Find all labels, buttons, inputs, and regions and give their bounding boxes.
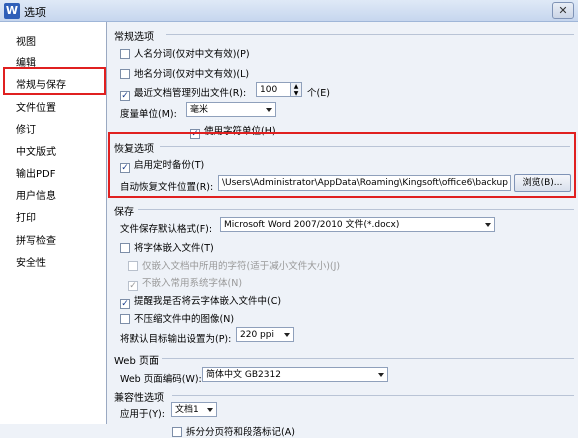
no-compress-checkbox[interactable] bbox=[120, 314, 130, 324]
title-bar: W 选项 ✕ bbox=[0, 0, 578, 22]
browse-button[interactable]: 浏览(B)... bbox=[514, 174, 571, 192]
compat-section-title: 兼容性选项 bbox=[114, 393, 164, 404]
embed-used-only-checkbox[interactable] bbox=[128, 261, 138, 271]
sidebar-item-user-info[interactable]: 用户信息 bbox=[16, 187, 56, 202]
no-compress-option[interactable]: 不压缩文件中的图像(N) bbox=[120, 311, 234, 325]
timed-backup-option[interactable]: ✓ 启用定时备份(T) bbox=[120, 157, 204, 173]
save-section-title: 保存 bbox=[114, 207, 134, 218]
web-encoding-dropdown[interactable]: 简体中文 GB2312 bbox=[202, 367, 388, 382]
sidebar-item-revision[interactable]: 修订 bbox=[16, 121, 36, 136]
sidebar-item-export-pdf[interactable]: 输出PDF bbox=[16, 165, 55, 180]
chevron-down-icon bbox=[378, 373, 384, 377]
window-title: 选项 bbox=[24, 6, 46, 19]
save-format-label: 文件保存默认格式(F): bbox=[120, 224, 213, 235]
apply-to-label: 应用于(Y): bbox=[120, 409, 165, 420]
close-button[interactable]: ✕ bbox=[552, 2, 574, 19]
web-separator bbox=[162, 358, 574, 359]
general-section-title: 常规选项 bbox=[114, 32, 154, 43]
place-split-checkbox[interactable] bbox=[120, 69, 130, 79]
sidebar-item-print[interactable]: 打印 bbox=[16, 209, 36, 224]
embed-fonts-option[interactable]: 将字体嵌入文件(T) bbox=[120, 240, 214, 254]
save-separator bbox=[138, 209, 574, 210]
stepper-arrows[interactable]: ▲ ▼ bbox=[290, 83, 301, 96]
timed-backup-checkbox[interactable]: ✓ bbox=[120, 163, 130, 173]
remind-cloud-checkbox[interactable]: ✓ bbox=[120, 299, 130, 309]
chevron-down-icon bbox=[485, 223, 491, 227]
chevron-down-icon bbox=[284, 333, 290, 337]
compat-separator bbox=[172, 395, 574, 396]
output-target-label: 将默认目标输出设置为(P): bbox=[120, 334, 232, 345]
recovery-separator bbox=[160, 146, 570, 147]
recovery-section-title: 恢复选项 bbox=[114, 144, 154, 155]
remind-cloud-option[interactable]: ✓ 提醒我是否将云字体嵌入文件中(C) bbox=[120, 293, 281, 309]
split-pages-checkbox[interactable] bbox=[172, 427, 182, 437]
sidebar-item-chinese-layout[interactable]: 中文版式 bbox=[16, 143, 56, 158]
no-common-fonts-option[interactable]: ✓ 不嵌入常用系统字体(N) bbox=[128, 275, 242, 291]
embed-fonts-checkbox[interactable] bbox=[120, 243, 130, 253]
general-separator bbox=[166, 34, 574, 35]
save-format-dropdown[interactable]: Microsoft Word 2007/2010 文件(*.docx) bbox=[220, 217, 495, 232]
chevron-down-icon bbox=[207, 408, 213, 412]
output-target-dropdown[interactable]: 220 ppi bbox=[236, 327, 294, 342]
web-encoding-label: Web 页面编码(W): bbox=[120, 374, 202, 385]
wps-app-icon: W bbox=[4, 3, 20, 19]
sidebar-item-file-location[interactable]: 文件位置 bbox=[16, 99, 56, 114]
options-sidebar: 视图 编辑 常规与保存 文件位置 修订 中文版式 输出PDF 用户信息 打印 拼… bbox=[0, 22, 107, 424]
embed-used-only-option[interactable]: 仅嵌入文档中所用的字符(适于减小文件大小)(J) bbox=[128, 258, 340, 272]
no-common-fonts-checkbox[interactable]: ✓ bbox=[128, 281, 138, 291]
recovery-path-input[interactable]: \Users\Administrator\AppData\Roaming\Kin… bbox=[218, 175, 511, 191]
recent-files-option[interactable]: ✓ 最近文档管理列出文件(R): bbox=[120, 85, 246, 101]
recent-files-unit: 个(E) bbox=[307, 88, 330, 99]
web-section-title: Web 页面 bbox=[114, 356, 159, 367]
apply-to-dropdown[interactable]: 文档1 bbox=[171, 402, 217, 417]
place-split-option[interactable]: 地名分词(仅对中文有效)(L) bbox=[120, 66, 249, 80]
split-pages-option[interactable]: 拆分分页符和段落标记(A) bbox=[172, 424, 295, 438]
recent-files-count-stepper[interactable]: 100 ▲ ▼ bbox=[256, 82, 302, 97]
options-content: 常规选项 人名分词(仅对中文有效)(P) 地名分词(仅对中文有效)(L) ✓ 最近… bbox=[108, 22, 578, 438]
name-split-checkbox[interactable] bbox=[120, 49, 130, 59]
sidebar-item-view[interactable]: 视图 bbox=[16, 33, 36, 48]
measure-unit-label: 度量单位(M): bbox=[120, 109, 177, 120]
sidebar-item-spellcheck[interactable]: 拼写检查 bbox=[16, 232, 56, 247]
recent-files-checkbox[interactable]: ✓ bbox=[120, 91, 130, 101]
sidebar-selection-highlight bbox=[3, 67, 106, 95]
chevron-down-icon bbox=[266, 108, 272, 112]
name-split-option[interactable]: 人名分词(仅对中文有效)(P) bbox=[120, 46, 250, 60]
recovery-path-label: 自动恢复文件位置(R): bbox=[120, 182, 214, 193]
sidebar-item-security[interactable]: 安全性 bbox=[16, 254, 46, 269]
measure-unit-dropdown[interactable]: 毫米 bbox=[186, 102, 276, 117]
